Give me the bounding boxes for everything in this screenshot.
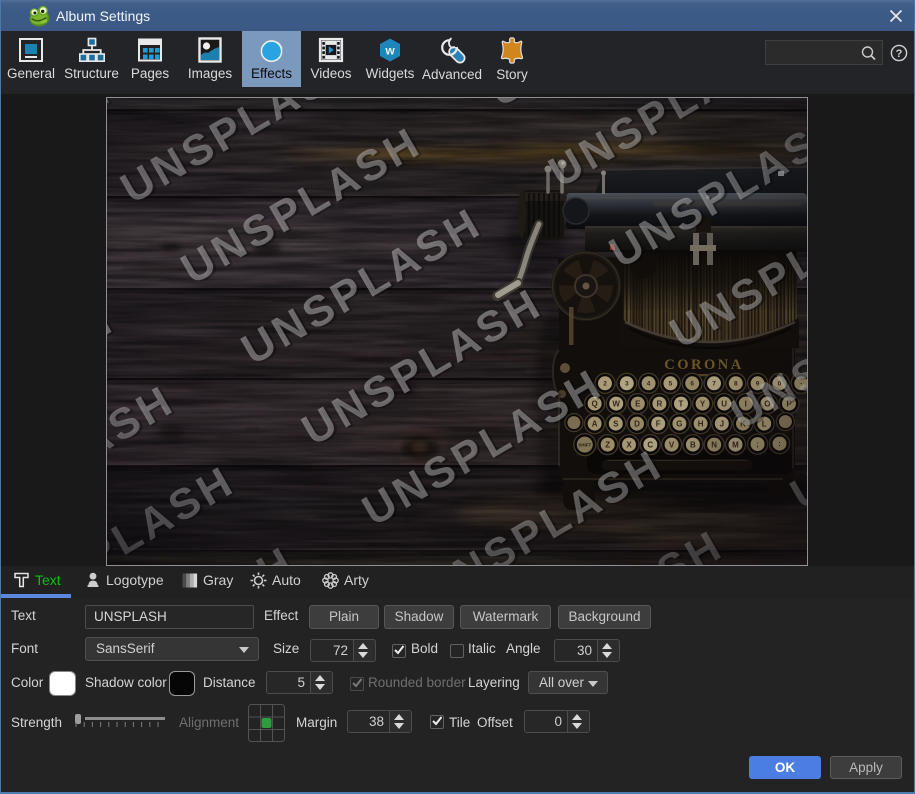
svg-text:w: w	[384, 44, 395, 58]
svg-text:?: ?	[896, 48, 903, 60]
